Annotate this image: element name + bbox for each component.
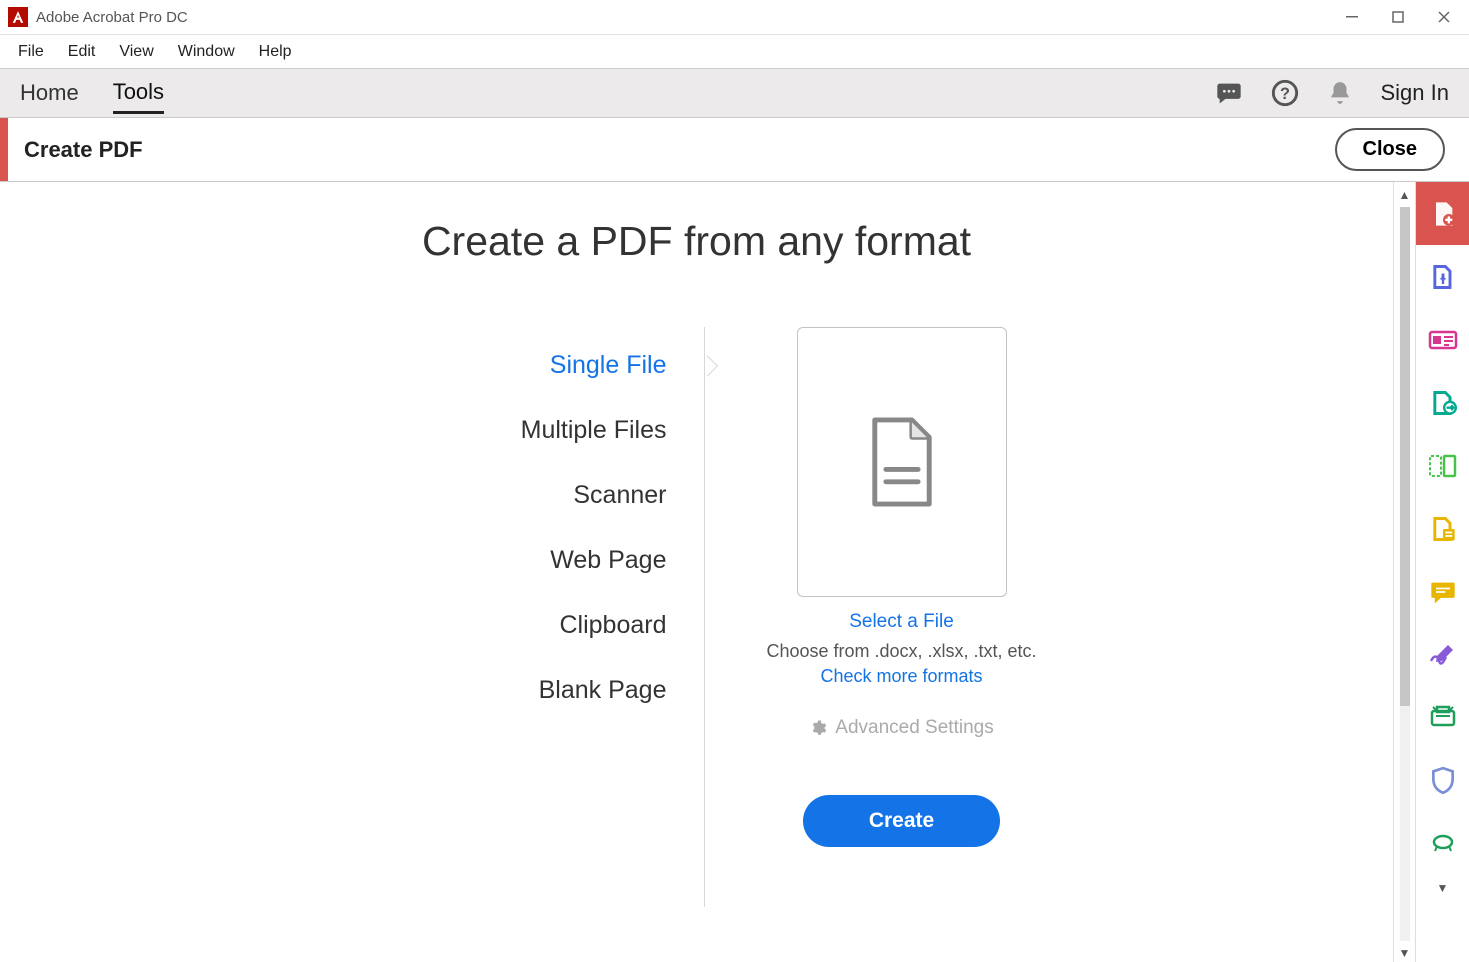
subbar-title: Create PDF [24,137,143,163]
top-nav: Home Tools ? Sign In [0,69,1469,118]
organize-pages-tool[interactable] [1416,434,1469,497]
source-scanner[interactable]: Scanner [327,463,667,528]
more-tools[interactable] [1416,812,1469,875]
export-pdf-tool[interactable] [1416,371,1469,434]
menu-window[interactable]: Window [166,39,247,65]
help-icon[interactable]: ? [1271,79,1299,107]
check-formats-link[interactable]: Check more formats [737,666,1067,687]
svg-text:?: ? [1280,85,1290,103]
scroll-thumb[interactable] [1400,207,1410,706]
tool-subbar: Create PDF Close [0,118,1469,182]
compare-files-tool[interactable] [1416,497,1469,560]
menubar: File Edit View Window Help [0,35,1469,69]
tab-home[interactable]: Home [20,74,79,112]
source-single-file[interactable]: Single File [327,333,667,398]
comment-tool[interactable] [1416,560,1469,623]
page-title: Create a PDF from any format [0,218,1393,265]
scan-ocr-tool[interactable] [1416,686,1469,749]
document-icon [863,415,941,509]
scroll-up-icon[interactable]: ▲ [1399,186,1411,204]
acrobat-logo-icon [8,7,28,27]
menu-file[interactable]: File [6,39,56,65]
sign-in-link[interactable]: Sign In [1381,80,1450,106]
edit-pdf-tool[interactable] [1416,308,1469,371]
advanced-settings-link[interactable]: Advanced Settings [809,717,993,739]
window-maximize-button[interactable] [1387,6,1409,28]
combine-files-tool[interactable] [1416,245,1469,308]
scrollbar[interactable]: ▲ ▼ [1393,182,1415,962]
source-multiple-files[interactable]: Multiple Files [327,398,667,463]
source-blank-page[interactable]: Blank Page [327,658,667,723]
source-list: Single File Multiple Files Scanner Web P… [327,327,667,847]
create-pdf-tool[interactable] [1416,182,1469,245]
source-clipboard[interactable]: Clipboard [327,593,667,658]
fill-sign-tool[interactable] [1416,623,1469,686]
protect-tool[interactable] [1416,749,1469,812]
scroll-down-icon[interactable]: ▼ [1399,944,1411,962]
window-title: Adobe Acrobat Pro DC [36,9,1341,26]
close-button[interactable]: Close [1335,128,1445,171]
file-dropzone[interactable] [797,327,1007,597]
window-close-button[interactable] [1433,6,1455,28]
window-titlebar: Adobe Acrobat Pro DC [0,0,1469,35]
window-minimize-button[interactable] [1341,6,1363,28]
advanced-settings-label: Advanced Settings [835,717,993,739]
gear-icon [809,719,827,737]
notifications-icon[interactable] [1327,80,1353,106]
create-button[interactable]: Create [803,795,1000,847]
side-tools-panel: ▼ [1415,182,1469,962]
menu-view[interactable]: View [107,39,165,65]
menu-edit[interactable]: Edit [56,39,108,65]
chat-icon[interactable] [1215,79,1243,107]
tab-tools[interactable]: Tools [113,73,164,114]
select-file-link[interactable]: Select a File [737,611,1067,633]
scroll-track[interactable] [1400,207,1410,941]
select-panel: Select a File Choose from .docx, .xlsx, … [737,327,1067,847]
expand-tools-icon[interactable]: ▼ [1437,875,1449,901]
choose-hint: Choose from .docx, .xlsx, .txt, etc. [737,641,1067,662]
menu-help[interactable]: Help [247,39,304,65]
subbar-accent [0,118,8,181]
content-area: Create a PDF from any format Single File… [0,182,1393,962]
source-web-page[interactable]: Web Page [327,528,667,593]
